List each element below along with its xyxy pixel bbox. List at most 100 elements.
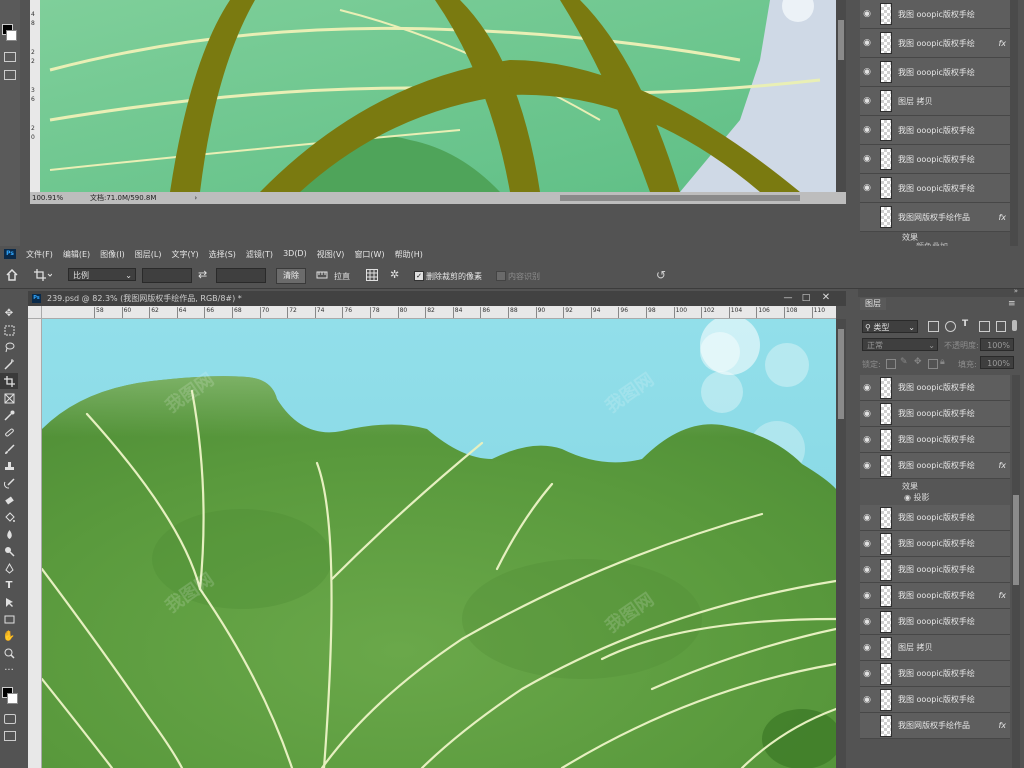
layer-name[interactable]: 我图 ooopic版权手绘	[898, 9, 1006, 20]
eye-icon[interactable]: ◉	[860, 695, 874, 705]
menu-item-1[interactable]: 编辑(E)	[63, 249, 90, 260]
menu-item-0[interactable]: 文件(F)	[26, 249, 53, 260]
eye-icon[interactable]: ◉	[860, 125, 874, 135]
filter-type-icon[interactable]: T	[962, 319, 968, 329]
menu-item-9[interactable]: 窗口(W)	[354, 249, 384, 260]
top-layer-row[interactable]: ◉ 我图 ooopic版权手绘	[860, 174, 1010, 203]
eraser-tool-icon[interactable]	[0, 492, 18, 508]
crop-tool-preset-icon[interactable]	[34, 269, 53, 281]
eye-icon[interactable]: ◉	[860, 461, 874, 471]
eye-icon[interactable]: ◉	[860, 513, 874, 523]
background-color-swatch[interactable]	[7, 693, 18, 704]
tab-layers[interactable]: 图层	[860, 298, 886, 310]
move-tool-icon[interactable]: ✥	[0, 305, 18, 321]
top-scroll-thumb[interactable]	[838, 20, 844, 60]
close-button[interactable]: ✕	[818, 292, 834, 304]
eye-icon[interactable]: ◉	[860, 617, 874, 627]
fx-badge[interactable]: fx	[998, 213, 1006, 222]
top-layer-row[interactable]: 我图网版权手绘作品 fx	[860, 203, 1010, 232]
quick-mask-icon[interactable]	[4, 52, 16, 62]
straighten-icon[interactable]	[316, 270, 328, 280]
layer-filter-select[interactable]: ⚲ 类型 ⌄	[862, 320, 918, 333]
layer-name[interactable]: 我图 ooopic版权手绘	[898, 460, 998, 471]
panel-menu-icon[interactable]: ≡	[1008, 299, 1016, 309]
top-horizontal-scroll-thumb[interactable]	[560, 195, 800, 201]
layer-name[interactable]: 我图网版权手绘作品	[898, 720, 998, 731]
layer-row[interactable]: ◉ 我图 ooopic版权手绘	[860, 661, 1010, 687]
lock-all-icon[interactable]: 🔒︎	[940, 357, 945, 367]
opacity-field[interactable]: 100%	[980, 338, 1014, 351]
menu-item-2[interactable]: 图像(I)	[100, 249, 125, 260]
blend-mode-select[interactable]: 正常 ⌄	[862, 338, 938, 351]
layer-name[interactable]: 我图 ooopic版权手绘	[898, 564, 1006, 575]
filter-smart-object-icon[interactable]	[996, 321, 1006, 332]
menu-item-4[interactable]: 文字(Y)	[171, 249, 198, 260]
layer-name[interactable]: 我图 ooopic版权手绘	[898, 616, 1006, 627]
top-layers-scrollbar[interactable]	[1010, 0, 1018, 246]
layer-row[interactable]: ◉ 我图 ooopic版权手绘 fx	[860, 453, 1010, 479]
layer-row[interactable]: ◉ 我图 ooopic版权手绘	[860, 505, 1010, 531]
width-field[interactable]	[142, 268, 192, 283]
main-canvas[interactable]: 我图网 我图网 我图网 我图网	[42, 319, 836, 768]
layer-name[interactable]: 我图 ooopic版权手绘	[898, 154, 1006, 165]
main-scroll-thumb[interactable]	[838, 329, 844, 419]
eye-icon[interactable]: ◉	[860, 96, 874, 106]
eye-icon[interactable]: ◉	[860, 67, 874, 77]
layer-name[interactable]: 我图 ooopic版权手绘	[898, 183, 1006, 194]
home-icon[interactable]	[6, 268, 18, 281]
eye-icon[interactable]: ◉	[860, 383, 874, 393]
hand-tool-icon[interactable]: ✋	[0, 628, 18, 644]
blur-tool-icon[interactable]	[0, 526, 18, 542]
menu-item-8[interactable]: 视图(V)	[317, 249, 345, 260]
menu-item-5[interactable]: 选择(S)	[209, 249, 236, 260]
lock-artboard-icon[interactable]	[928, 359, 938, 369]
top-layer-row[interactable]: ◉ 我图 ooopic版权手绘	[860, 145, 1010, 174]
menu-item-10[interactable]: 帮助(H)	[395, 249, 423, 260]
lock-position-icon[interactable]: ✥	[914, 357, 922, 367]
swap-icon[interactable]: ⇄	[198, 268, 207, 281]
filter-shape-icon[interactable]	[979, 321, 990, 332]
frame-tool-icon[interactable]	[0, 390, 18, 406]
top-layer-row[interactable]: ◉ 我图 ooopic版权手绘	[860, 116, 1010, 145]
filter-pixel-icon[interactable]	[928, 321, 939, 332]
zoom-readout[interactable]: 100.91%	[30, 194, 82, 202]
layer-name[interactable]: 我图 ooopic版权手绘	[898, 512, 1006, 523]
fx-badge[interactable]: fx	[998, 461, 1006, 470]
quick-mask-icon[interactable]	[4, 714, 16, 724]
paint-bucket-tool-icon[interactable]	[0, 509, 18, 525]
top-layer-row[interactable]: ◉ 我图 ooopic版权手绘	[860, 0, 1010, 29]
effect-drop-shadow[interactable]: ◉ 投影	[904, 492, 930, 503]
layer-name[interactable]: 我图 ooopic版权手绘	[898, 694, 1006, 705]
pen-tool-icon[interactable]	[0, 560, 18, 576]
filter-adjustment-icon[interactable]	[945, 321, 956, 332]
magic-wand-tool-icon[interactable]	[0, 356, 18, 372]
layers-scrollbar[interactable]	[1012, 375, 1020, 768]
layer-row[interactable]: ◉ 我图 ooopic版权手绘	[860, 531, 1010, 557]
menu-item-7[interactable]: 3D(D)	[283, 249, 307, 260]
lock-transparency-icon[interactable]	[886, 359, 896, 369]
eye-icon[interactable]: ◉	[860, 591, 874, 601]
layer-row[interactable]: ◉ 我图 ooopic版权手绘	[860, 401, 1010, 427]
crop-tool-icon[interactable]	[0, 373, 18, 389]
layer-name[interactable]: 我图 ooopic版权手绘	[898, 408, 1006, 419]
fill-field[interactable]: 100%	[980, 356, 1014, 369]
top-layer-row[interactable]: ◉ 我图 ooopic版权手绘	[860, 58, 1010, 87]
grid-overlay-icon[interactable]	[366, 269, 378, 281]
filter-toggle-icon[interactable]	[1012, 320, 1017, 331]
healing-brush-tool-icon[interactable]	[0, 424, 18, 440]
background-color-swatch[interactable]	[6, 30, 17, 41]
ratio-select[interactable]: 比例 ⌄	[68, 268, 136, 281]
eye-icon[interactable]: ◉	[860, 154, 874, 164]
layer-name[interactable]: 我图 ooopic版权手绘	[898, 38, 998, 49]
eye-icon[interactable]: ◉	[860, 539, 874, 549]
eye-icon[interactable]: ◉	[860, 565, 874, 575]
eye-icon[interactable]: ◉	[860, 643, 874, 653]
layer-name[interactable]: 图层 拷贝	[898, 96, 1006, 107]
lock-pixels-icon[interactable]: ✎	[900, 357, 908, 367]
top-vertical-scrollbar[interactable]	[836, 0, 846, 192]
fx-badge[interactable]: fx	[998, 39, 1006, 48]
menu-item-6[interactable]: 滤镜(T)	[246, 249, 273, 260]
delete-cropped-checkbox[interactable]: ✓	[414, 271, 424, 281]
clear-button[interactable]: 清除	[276, 268, 306, 284]
layer-row[interactable]: ◉ 我图 ooopic版权手绘	[860, 687, 1010, 713]
